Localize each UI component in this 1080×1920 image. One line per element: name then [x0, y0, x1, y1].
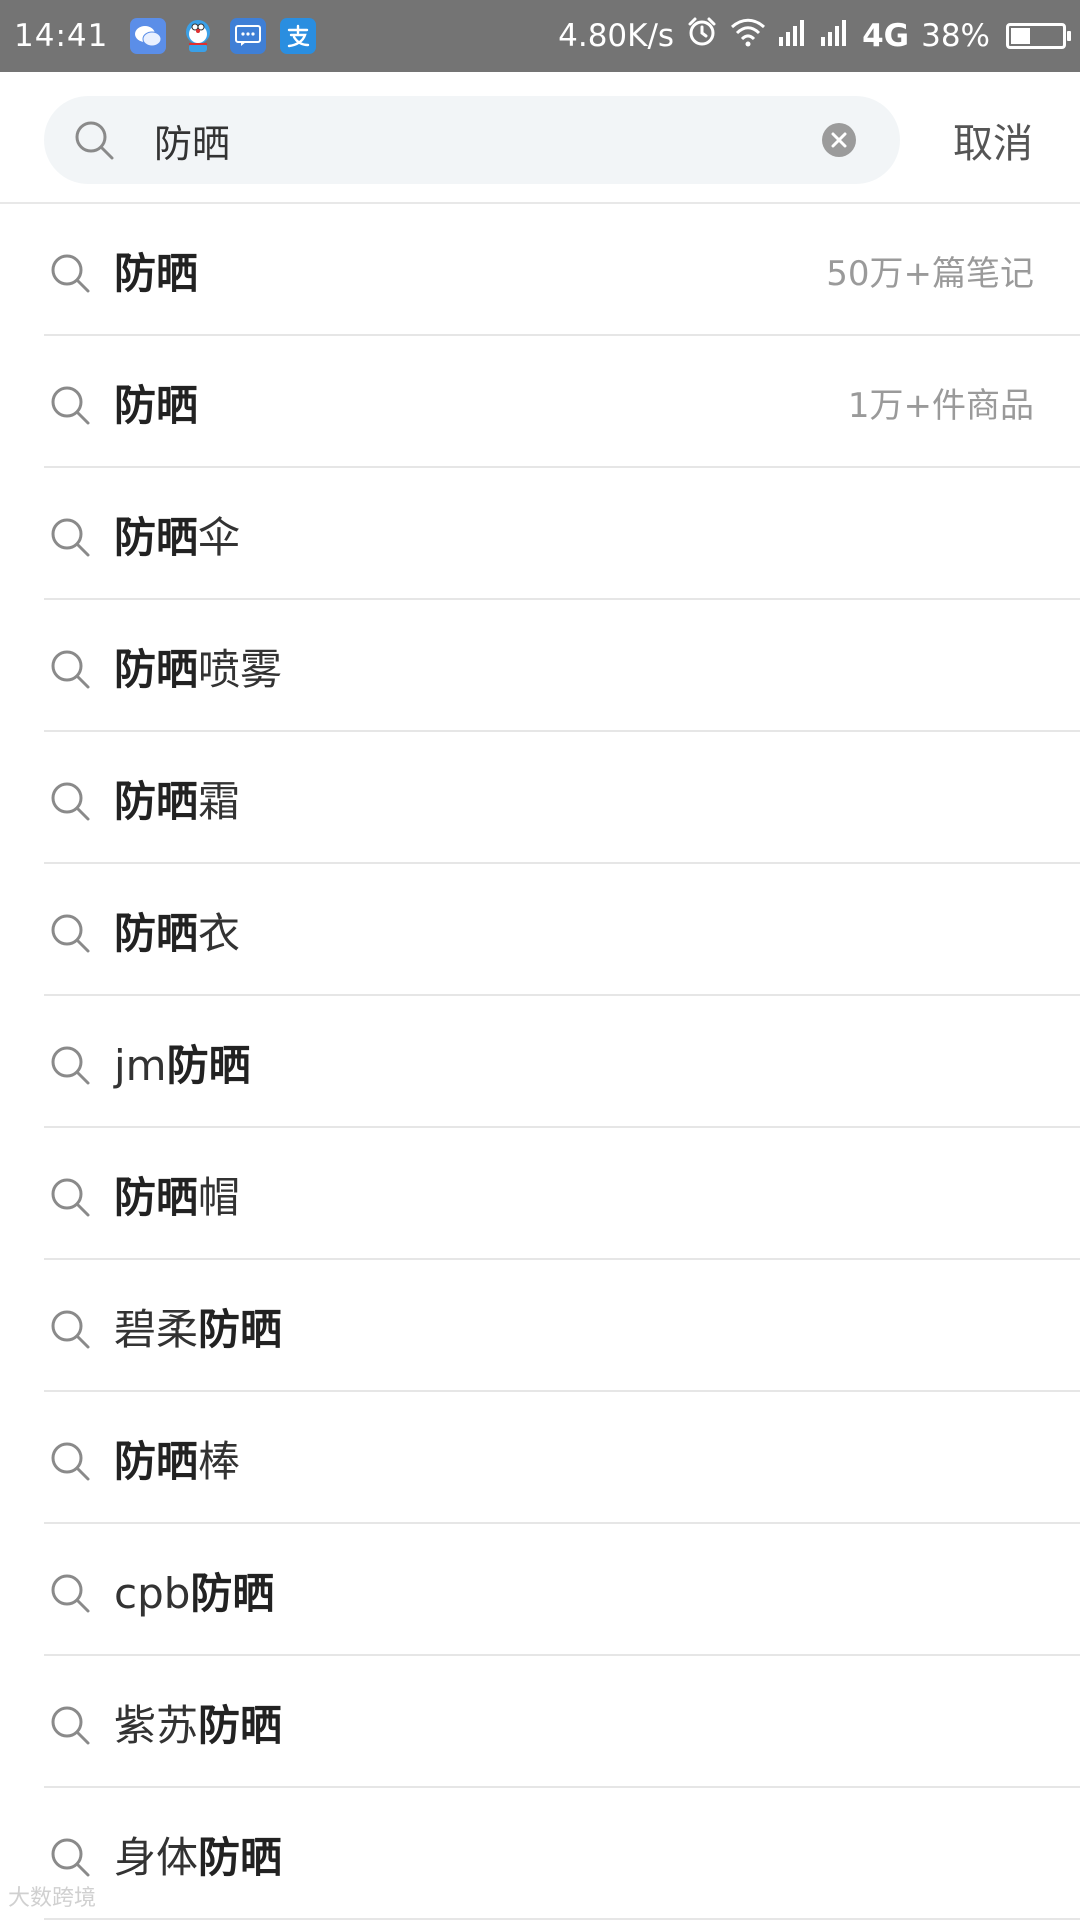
suggestion-prefix: 身体: [114, 1832, 199, 1882]
suggestion-suffix: 喷雾: [198, 644, 283, 694]
battery-level: [1011, 28, 1030, 44]
search-icon: [51, 1310, 90, 1349]
search-icon: [51, 254, 90, 293]
suggestion-item[interactable]: 防晒伞: [0, 468, 1080, 600]
search-icon: [51, 1574, 90, 1613]
net-speed: 4.80K/s: [558, 18, 675, 54]
signal-icon-2: [820, 17, 850, 55]
battery-percent: 38%: [921, 18, 990, 54]
suggestion-suffix: 霜: [198, 776, 241, 826]
clear-search-button[interactable]: [822, 123, 856, 157]
alipay-icon: [280, 18, 317, 54]
suggestion-suffix: 帽: [198, 1172, 241, 1222]
wechat-icon: [130, 18, 167, 54]
suggestion-item[interactable]: 防晒 1万+件商品: [0, 336, 1080, 468]
suggestion-item[interactable]: cpb防晒: [0, 1524, 1080, 1656]
wifi-icon: [730, 17, 766, 55]
suggestion-text: 防晒衣: [114, 900, 240, 961]
suggestion-keyword: 防晒: [198, 1304, 283, 1354]
suggestion-list: 防晒 50万+篇笔记 防晒 1万+件商品 防晒伞 防晒喷雾 防晒霜 防晒衣 jm防晒 防晒帽 碧柔防…: [0, 204, 1080, 1920]
search-icon: [51, 650, 90, 689]
suggestion-keyword: 防晒: [198, 1700, 283, 1750]
suggestion-keyword: 防晒: [114, 1436, 199, 1486]
suggestion-item[interactable]: 碧柔防晒: [0, 1260, 1080, 1392]
suggestion-keyword: 防晒: [114, 248, 199, 298]
suggestion-text: 防晒: [114, 240, 198, 301]
message-icon: [230, 18, 267, 54]
suggestion-keyword: 防晒: [114, 380, 199, 430]
suggestion-keyword: 防晒: [114, 1172, 199, 1222]
search-box[interactable]: [44, 96, 900, 184]
suggestion-item[interactable]: 防晒帽: [0, 1128, 1080, 1260]
search-icon: [51, 1706, 90, 1745]
suggestion-meta: 1万+件商品: [847, 385, 1034, 426]
suggestion-text: 身体防晒: [114, 1824, 282, 1885]
status-bar: 14:41 4.80K/s 4G 38%: [0, 0, 1080, 72]
search-icon: [51, 1046, 90, 1085]
suggestion-prefix: 碧柔: [114, 1304, 199, 1354]
suggestion-item[interactable]: 防晒喷雾: [0, 600, 1080, 732]
suggestion-suffix: 伞: [198, 512, 241, 562]
suggestion-text: 防晒棒: [114, 1428, 240, 1489]
suggestion-prefix: jm: [114, 1040, 167, 1090]
search-icon: [51, 1838, 90, 1877]
suggestion-suffix: 棒: [198, 1436, 241, 1486]
suggestion-prefix: 紫苏: [114, 1700, 199, 1750]
suggestion-keyword: 防晒: [198, 1832, 283, 1882]
suggestion-keyword: 防晒: [114, 644, 199, 694]
suggestion-text: 碧柔防晒: [114, 1296, 282, 1357]
search-icon: [51, 914, 90, 953]
search-icon: [51, 386, 90, 425]
suggestion-item[interactable]: jm防晒: [0, 996, 1080, 1128]
suggestion-item[interactable]: 防晒衣: [0, 864, 1080, 996]
close-icon: [831, 132, 847, 148]
suggestion-text: 防晒霜: [114, 768, 240, 829]
search-icon: [51, 1442, 90, 1481]
suggestion-text: cpb防晒: [114, 1560, 274, 1621]
suggestion-keyword: 防晒: [190, 1568, 275, 1618]
suggestion-item[interactable]: 紫苏防晒: [0, 1656, 1080, 1788]
doraemon-icon: [180, 18, 216, 54]
suggestion-text: 防晒: [114, 372, 198, 433]
search-input[interactable]: [154, 96, 834, 184]
search-icon: [51, 782, 90, 821]
battery-icon: [1006, 23, 1071, 49]
status-time: 14:41: [14, 18, 109, 54]
alarm-icon: [686, 16, 718, 56]
suggestion-text: jm防晒: [114, 1032, 251, 1093]
suggestion-text: 防晒帽: [114, 1164, 240, 1225]
suggestion-keyword: 防晒: [166, 1040, 251, 1090]
suggestion-text: 防晒伞: [114, 504, 240, 565]
suggestion-suffix: 衣: [198, 908, 241, 958]
suggestion-item[interactable]: 身体防晒: [0, 1788, 1080, 1920]
network-type: 4G: [862, 18, 910, 54]
suggestion-keyword: 防晒: [114, 908, 199, 958]
suggestion-keyword: 防晒: [114, 512, 199, 562]
notification-icons: [130, 18, 317, 54]
search-icon: [51, 1178, 90, 1217]
suggestion-item[interactable]: 防晒棒: [0, 1392, 1080, 1524]
search-icon: [75, 121, 114, 160]
signal-icon-1: [778, 17, 808, 55]
search-icon: [51, 518, 90, 557]
suggestion-meta: 50万+篇笔记: [826, 253, 1034, 294]
suggestion-prefix: cpb: [114, 1568, 191, 1618]
suggestion-text: 紫苏防晒: [114, 1692, 282, 1753]
watermark: 大数跨境: [8, 1886, 97, 1911]
suggestion-item[interactable]: 防晒 50万+篇笔记: [0, 204, 1080, 336]
status-right: 4.80K/s 4G 38%: [558, 16, 1071, 56]
search-header: 取消: [0, 72, 1080, 204]
cancel-button[interactable]: 取消: [928, 96, 1058, 184]
suggestion-text: 防晒喷雾: [114, 636, 282, 697]
suggestion-keyword: 防晒: [114, 776, 199, 826]
suggestion-item[interactable]: 防晒霜: [0, 732, 1080, 864]
